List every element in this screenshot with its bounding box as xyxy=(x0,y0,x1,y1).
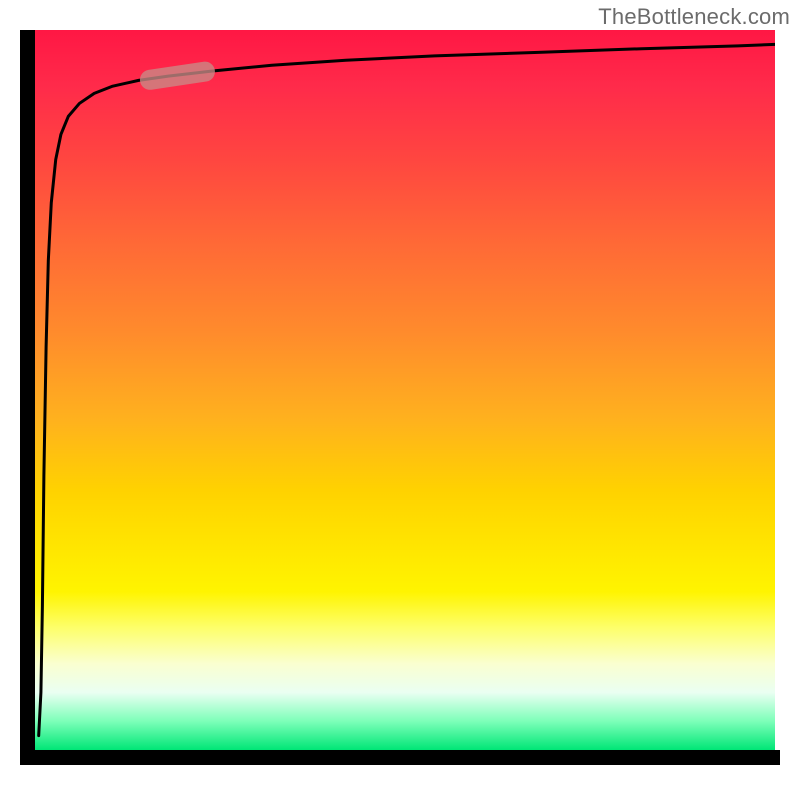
axis-y xyxy=(20,30,35,750)
plot-area xyxy=(35,30,775,750)
watermark-label: TheBottleneck.com xyxy=(598,4,790,30)
axis-x xyxy=(20,750,780,765)
chart-frame: TheBottleneck.com xyxy=(0,0,800,800)
